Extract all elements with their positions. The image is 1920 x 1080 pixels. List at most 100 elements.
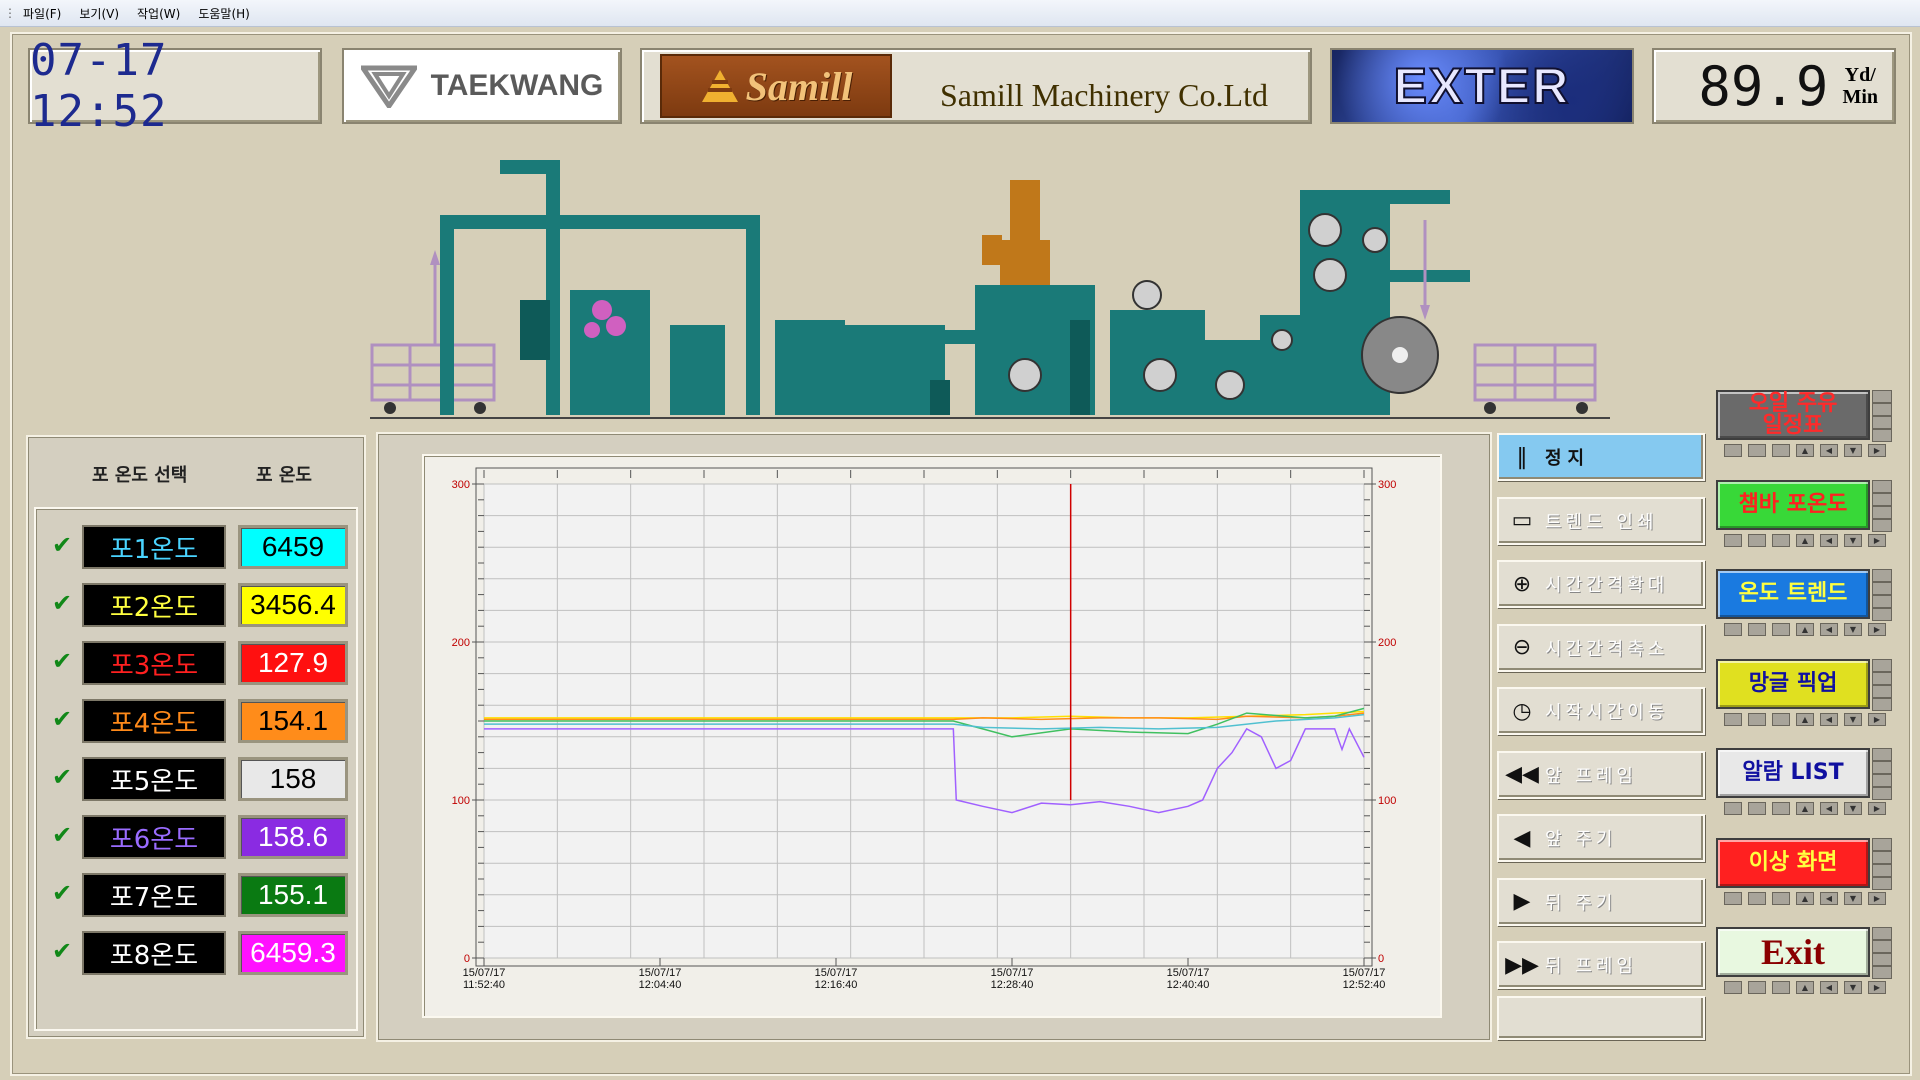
check-icon[interactable]: ✔ <box>52 589 72 617</box>
check-icon[interactable]: ✔ <box>52 879 72 907</box>
nav-arrows: ▲ ◀ ▼ ▶ <box>1724 712 1886 726</box>
trend-control-button[interactable]: ▶ 뒤 주기 <box>1497 877 1705 926</box>
nav-arrows: ▲ ◀ ▼ ▶ <box>1724 533 1886 547</box>
trend-control-button[interactable]: ▭ 트렌드 인쇄 <box>1497 496 1705 545</box>
trend-control-button[interactable]: ‖ 정지 <box>1497 433 1705 481</box>
control-label: 시간간격확대 <box>1545 575 1669 596</box>
trend-control-button[interactable]: ▶▶ 뒤 프레임 <box>1497 941 1705 989</box>
arrow-icon: ◀ <box>1820 981 1838 994</box>
temp-select-button[interactable]: 포5온도 <box>82 757 226 801</box>
datetime-text: 07-17 12:52 <box>30 35 168 137</box>
arrow-icon: ▲ <box>1796 444 1814 457</box>
trend-control-button[interactable]: ◀◀ 앞 프레임 <box>1497 750 1705 799</box>
arrow-icon: ▲ <box>1796 623 1814 636</box>
indicator-lamp <box>1872 774 1892 787</box>
trend-chart-frame: 0 0 100 100 200 200 300 300 15/07/17 11:52:40 15/0… <box>422 454 1442 1018</box>
arrow-icon: ◀ <box>1820 712 1838 726</box>
indicator-lamp <box>1872 479 1892 493</box>
trend-panel: 0 0 100 100 200 200 300 300 15/07/17 11:52:40 15/0… <box>376 432 1492 1042</box>
nav-button[interactable]: 오일 주유 일정표 <box>1716 390 1870 440</box>
nav-button[interactable]: 망글 픽업 <box>1716 658 1870 709</box>
lamp-icon <box>1748 712 1766 726</box>
lamp-icon <box>1772 981 1790 994</box>
print-icon: ▭ <box>1511 508 1533 533</box>
lamp-icon <box>1748 981 1766 994</box>
temp-select-button[interactable]: 포6온도 <box>82 815 226 859</box>
check-icon[interactable]: ✔ <box>52 937 72 965</box>
lamp-icon <box>1748 623 1766 636</box>
menu-file[interactable]: 파일(F) <box>14 5 70 22</box>
temp-select-button[interactable]: 포1온도 <box>82 525 226 569</box>
x-tick-label: 15/07/17 12:52:40 <box>1343 967 1386 991</box>
check-icon[interactable]: ✔ <box>52 821 72 849</box>
control-label: 뒤 프레임 <box>1545 956 1637 977</box>
col-select-header: 포 온도 선택 <box>92 465 188 486</box>
check-icon[interactable]: ✔ <box>52 531 72 559</box>
taekwang-text: TAEKWANG <box>430 69 604 102</box>
exter-logo: EXTER <box>1330 48 1634 124</box>
lamp-icon <box>1772 891 1790 905</box>
nav-arrows: ▲ ◀ ▼ ▶ <box>1724 981 1886 994</box>
temp-row: ✔ 포2온도 3456.4 <box>36 581 356 627</box>
nav-button[interactable]: 온도 트렌드 <box>1716 569 1870 619</box>
indicator-lamp <box>1872 416 1892 429</box>
indicator-lamp <box>1872 684 1892 698</box>
exter-text: EXTER <box>1393 57 1571 115</box>
lamp-icon <box>1748 802 1766 815</box>
indicator-lamp <box>1872 940 1892 953</box>
arrow-icon: ▲ <box>1796 712 1814 726</box>
indicator-lamp <box>1872 390 1892 403</box>
menu-work[interactable]: 작업(W) <box>128 5 189 22</box>
lamp-icon <box>1772 444 1790 457</box>
menu-bar: ⋮ 파일(F) 보기(V) 작업(W) 도움말(H) <box>0 0 1920 27</box>
indicator-lamp <box>1872 569 1892 582</box>
y-tick-label-left: 0 <box>464 953 470 965</box>
temp-select-button[interactable]: 포8온도 <box>82 931 226 975</box>
arrow-icon: ▶ <box>1868 802 1886 815</box>
check-icon[interactable]: ✔ <box>52 647 72 675</box>
arrow-icon: ◀ <box>1820 623 1838 636</box>
arrow-icon: ◀ <box>1820 802 1838 815</box>
menu-view[interactable]: 보기(V) <box>70 5 128 22</box>
nav-button[interactable]: 알람 LIST <box>1716 748 1870 798</box>
temp-select-button[interactable]: 포3온도 <box>82 641 226 685</box>
clock-icon: ◷ <box>1512 698 1532 724</box>
speed-unit-bottom: Min <box>1842 86 1878 108</box>
right-cart-icon <box>1473 343 1597 402</box>
temp-select-button[interactable]: 포7온도 <box>82 873 226 917</box>
temp-select-button[interactable]: 포2온도 <box>82 583 226 627</box>
arrow-icon: ▲ <box>1796 533 1814 547</box>
check-icon[interactable]: ✔ <box>52 763 72 791</box>
check-icon[interactable]: ✔ <box>52 705 72 733</box>
lamp-icon <box>1772 802 1790 815</box>
control-label: 정지 <box>1545 448 1591 469</box>
arrow-icon: ▼ <box>1844 802 1862 815</box>
trend-control-button[interactable]: ⊕ 시간간격확대 <box>1497 560 1705 608</box>
temp-row: ✔ 포8온도 6459.3 <box>36 929 356 975</box>
datetime-display: 07-17 12:52 <box>28 35 322 137</box>
arrow-icon: ▼ <box>1844 981 1862 994</box>
indicator-lamp <box>1872 966 1892 979</box>
nav-button-group: 망글 픽업 ▲ ◀ ▼ ▶ <box>1714 658 1898 729</box>
pause-icon: ‖ <box>1516 444 1528 470</box>
arrow-icon: ▶ <box>1868 533 1886 547</box>
nav-button[interactable]: Exit <box>1716 927 1870 977</box>
temp-select-button[interactable]: 포4온도 <box>82 699 226 743</box>
indicator-lamp <box>1872 748 1892 761</box>
lamp-icon <box>1772 623 1790 636</box>
trend-control-button[interactable]: ⊖ 시간간격축소 <box>1497 623 1705 672</box>
menu-help[interactable]: 도움말(H) <box>189 5 259 22</box>
trend-control-button[interactable]: ◷ 시작시간이동 <box>1497 687 1705 735</box>
indicator-lamp <box>1872 582 1892 595</box>
nav-button[interactable]: 이상 화면 <box>1716 837 1870 888</box>
lamp-icon <box>1724 712 1742 726</box>
control-label: 시간간격축소 <box>1545 638 1669 660</box>
arrow-icon: ▶ <box>1868 444 1886 457</box>
arrow-icon: ▼ <box>1844 891 1862 905</box>
trend-control-button[interactable]: ◀ 앞 주기 <box>1497 814 1705 862</box>
nav-arrows: ▲ ◀ ▼ ▶ <box>1724 444 1886 457</box>
lamp-icon <box>1748 891 1766 905</box>
fast-forward-icon: ▶▶ <box>1505 952 1539 978</box>
nav-button[interactable]: 챔바 포온도 <box>1716 479 1870 530</box>
temp-value: 127.9 <box>238 641 348 685</box>
